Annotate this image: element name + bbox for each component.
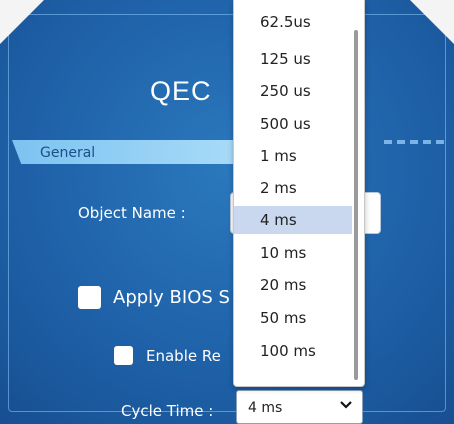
section-label-general: General xyxy=(40,145,96,161)
dropdown-option[interactable]: 250 us xyxy=(234,77,352,105)
dropdown-option[interactable]: 62.5us xyxy=(234,8,352,36)
enable-checkbox[interactable] xyxy=(114,346,133,365)
dropdown-option[interactable]: 500 us xyxy=(234,110,352,138)
dropdown-option[interactable]: 10 ms xyxy=(234,239,352,267)
dialog-panel: QEC General Object Name : Apply BIOS S E… xyxy=(0,0,454,424)
corner-decoration xyxy=(0,0,44,44)
corner-decoration xyxy=(410,0,454,44)
object-name-label: Object Name : xyxy=(78,204,186,222)
cycle-time-select[interactable]: 4 ms xyxy=(236,390,363,424)
dropdown-option[interactable]: 1 ms xyxy=(234,142,352,170)
dropdown-scrollbar[interactable] xyxy=(354,30,358,380)
apply-bios-label: Apply BIOS S xyxy=(113,287,230,308)
apply-bios-checkbox[interactable] xyxy=(78,286,101,309)
dropdown-option[interactable]: 100 ms xyxy=(234,337,352,365)
chevron-down-icon xyxy=(340,401,352,409)
dropdown-option[interactable]: 20 ms xyxy=(234,271,352,299)
cycle-time-value: 4 ms xyxy=(248,400,283,416)
dropdown-option-selected[interactable]: 4 ms xyxy=(234,206,352,234)
dropdown-option[interactable]: 50 ms xyxy=(234,304,352,332)
dialog-title: QEC xyxy=(150,76,212,106)
section-divider xyxy=(384,140,444,144)
enable-label: Enable Re xyxy=(146,347,221,365)
dropdown-option[interactable]: 2 ms xyxy=(234,174,352,202)
cycle-time-label: Cycle Time : xyxy=(121,402,214,420)
dropdown-option[interactable]: 125 us xyxy=(234,45,352,73)
cycle-time-dropdown: 62.5us 125 us 250 us 500 us 1 ms 2 ms 4 … xyxy=(233,0,365,387)
